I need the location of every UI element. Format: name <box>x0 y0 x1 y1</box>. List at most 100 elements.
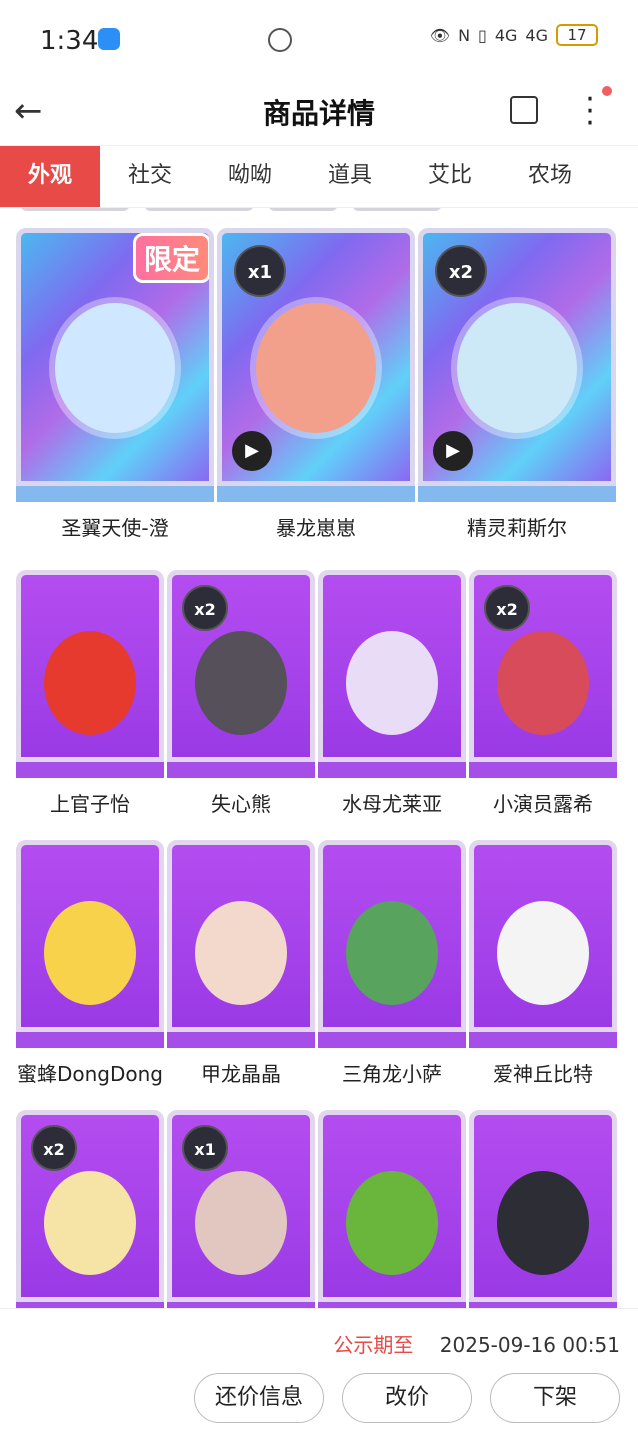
share-icon[interactable] <box>510 96 538 124</box>
featured-item[interactable]: x2 ▶ 精灵莉斯尔 <box>418 228 616 541</box>
item-name: 水母尤莱亚 <box>342 792 442 816</box>
tab-4[interactable]: 艾比 <box>400 146 500 207</box>
item-figure <box>44 631 136 735</box>
item-display-box <box>16 570 164 762</box>
item-figure <box>497 1171 589 1275</box>
item-name: 爱神丘比特 <box>493 1062 593 1086</box>
more-icon[interactable]: · · · <box>584 85 596 139</box>
quantity-badge: x2 <box>484 585 530 631</box>
item-display-box: 限定 <box>16 228 214 486</box>
item-display-box <box>469 1110 617 1302</box>
header: ← 商品详情 · · · <box>0 80 638 146</box>
item-name: 蜜蜂DongDong <box>16 1062 163 1086</box>
tab-5[interactable]: 农场 <box>500 146 600 207</box>
item-gallery: 限定 圣翼天使-澄 x1 ▶ 暴龙崽崽 x2 ▶ 精灵莉斯尔 上官子怡 x2 失… <box>0 208 638 1308</box>
network-4g-icon: 4G <box>494 25 518 45</box>
item-card[interactable]: 爱神丘比特 <box>469 840 617 1087</box>
item-card[interactable]: 甲龙晶晶 <box>167 840 315 1087</box>
item-figure <box>44 901 136 1005</box>
item-figure <box>195 631 287 735</box>
shelf <box>469 762 617 778</box>
tab-0[interactable]: 外观 <box>0 146 100 207</box>
item-row: x2 x1 <box>16 1110 617 1308</box>
item-display-box: x2 <box>167 570 315 762</box>
item-name: 小演员露希 <box>493 792 593 816</box>
shelf <box>167 762 315 778</box>
item-name: 上官子怡 <box>50 792 130 816</box>
item-display-box <box>469 840 617 1032</box>
item-name: 三角龙小萨 <box>342 1062 442 1086</box>
peek-row <box>20 208 500 216</box>
item-card[interactable]: x2 <box>16 1110 164 1308</box>
battery-icon: 17 <box>556 24 598 46</box>
item-figure <box>497 901 589 1005</box>
item-figure <box>195 1171 287 1275</box>
item-display-box <box>318 840 466 1032</box>
item-row: 蜜蜂DongDong 甲龙晶晶 三角龙小萨 爱神丘比特 <box>16 840 617 1087</box>
message-icon <box>98 28 120 50</box>
tab-3[interactable]: 道具 <box>300 146 400 207</box>
shelf <box>217 486 415 502</box>
item-name: 失心熊 <box>211 792 271 816</box>
counter-offer-button[interactable]: 还价信息 <box>194 1373 324 1423</box>
nfc-icon: N <box>458 25 471 45</box>
featured-item[interactable]: x1 ▶ 暴龙崽崽 <box>217 228 415 541</box>
shelf <box>16 1032 164 1048</box>
tab-1[interactable]: 社交 <box>100 146 200 207</box>
status-right: 👁 N ▯ 4G 4G 17 <box>430 24 598 46</box>
item-card[interactable] <box>318 1110 466 1308</box>
item-figure <box>55 303 175 433</box>
item-card[interactable]: x2 小演员露希 <box>469 570 617 817</box>
item-display-box <box>318 1110 466 1302</box>
action-buttons: 还价信息 改价 下架 <box>194 1373 620 1423</box>
item-card[interactable]: x2 失心熊 <box>167 570 315 817</box>
item-display-box: x2 <box>16 1110 164 1302</box>
item-display-box <box>318 570 466 762</box>
item-display-box <box>167 840 315 1032</box>
play-icon[interactable]: ▶ <box>232 431 272 471</box>
item-name: 圣翼天使-澄 <box>61 516 169 540</box>
notification-dot <box>602 86 612 96</box>
shelf <box>418 486 616 502</box>
featured-item[interactable]: 限定 圣翼天使-澄 <box>16 228 214 541</box>
item-card[interactable]: 蜜蜂DongDong <box>16 840 164 1087</box>
quantity-badge: x1 <box>234 245 286 297</box>
item-figure <box>256 303 376 433</box>
item-figure <box>497 631 589 735</box>
eye-icon: 👁 <box>429 25 451 45</box>
delist-button[interactable]: 下架 <box>490 1373 620 1423</box>
shelf <box>469 1032 617 1048</box>
item-figure <box>44 1171 136 1275</box>
data-saver-icon <box>268 28 292 52</box>
item-display-box: x1 <box>167 1110 315 1302</box>
shelf <box>16 762 164 778</box>
quantity-badge: x2 <box>31 1125 77 1171</box>
featured-row: 限定 圣翼天使-澄 x1 ▶ 暴龙崽崽 x2 ▶ 精灵莉斯尔 <box>16 228 616 541</box>
change-price-button[interactable]: 改价 <box>342 1373 472 1423</box>
item-name: 暴龙崽崽 <box>276 516 356 540</box>
item-display-box: x2 <box>469 570 617 762</box>
item-figure <box>457 303 577 433</box>
item-card[interactable]: x1 <box>167 1110 315 1308</box>
item-card[interactable]: 上官子怡 <box>16 570 164 817</box>
shelf <box>318 762 466 778</box>
play-icon[interactable]: ▶ <box>433 431 473 471</box>
item-name: 甲龙晶晶 <box>201 1062 281 1086</box>
tab-6[interactable]: 其 <box>600 146 638 207</box>
item-display-box: x2 ▶ <box>418 228 616 486</box>
shelf <box>167 1032 315 1048</box>
category-tabs: 外观社交呦呦道具艾比农场其 <box>0 146 638 208</box>
status-time: 1:34 <box>40 26 99 56</box>
publicity-label: 公示期至 <box>333 1333 414 1357</box>
vibrate-icon: ▯ <box>478 25 487 45</box>
item-card[interactable]: 水母尤莱亚 <box>318 570 466 817</box>
item-card[interactable] <box>469 1110 617 1308</box>
item-card[interactable]: 三角龙小萨 <box>318 840 466 1087</box>
network-4g-2-icon: 4G <box>525 25 548 45</box>
item-figure <box>346 901 438 1005</box>
publicity-value: 2025-09-16 00:51 <box>439 1333 620 1357</box>
tab-2[interactable]: 呦呦 <box>200 146 300 207</box>
quantity-badge: x2 <box>182 585 228 631</box>
item-display-box: x1 ▶ <box>217 228 415 486</box>
item-row: 上官子怡 x2 失心熊 水母尤莱亚 x2 小演员露希 <box>16 570 617 817</box>
